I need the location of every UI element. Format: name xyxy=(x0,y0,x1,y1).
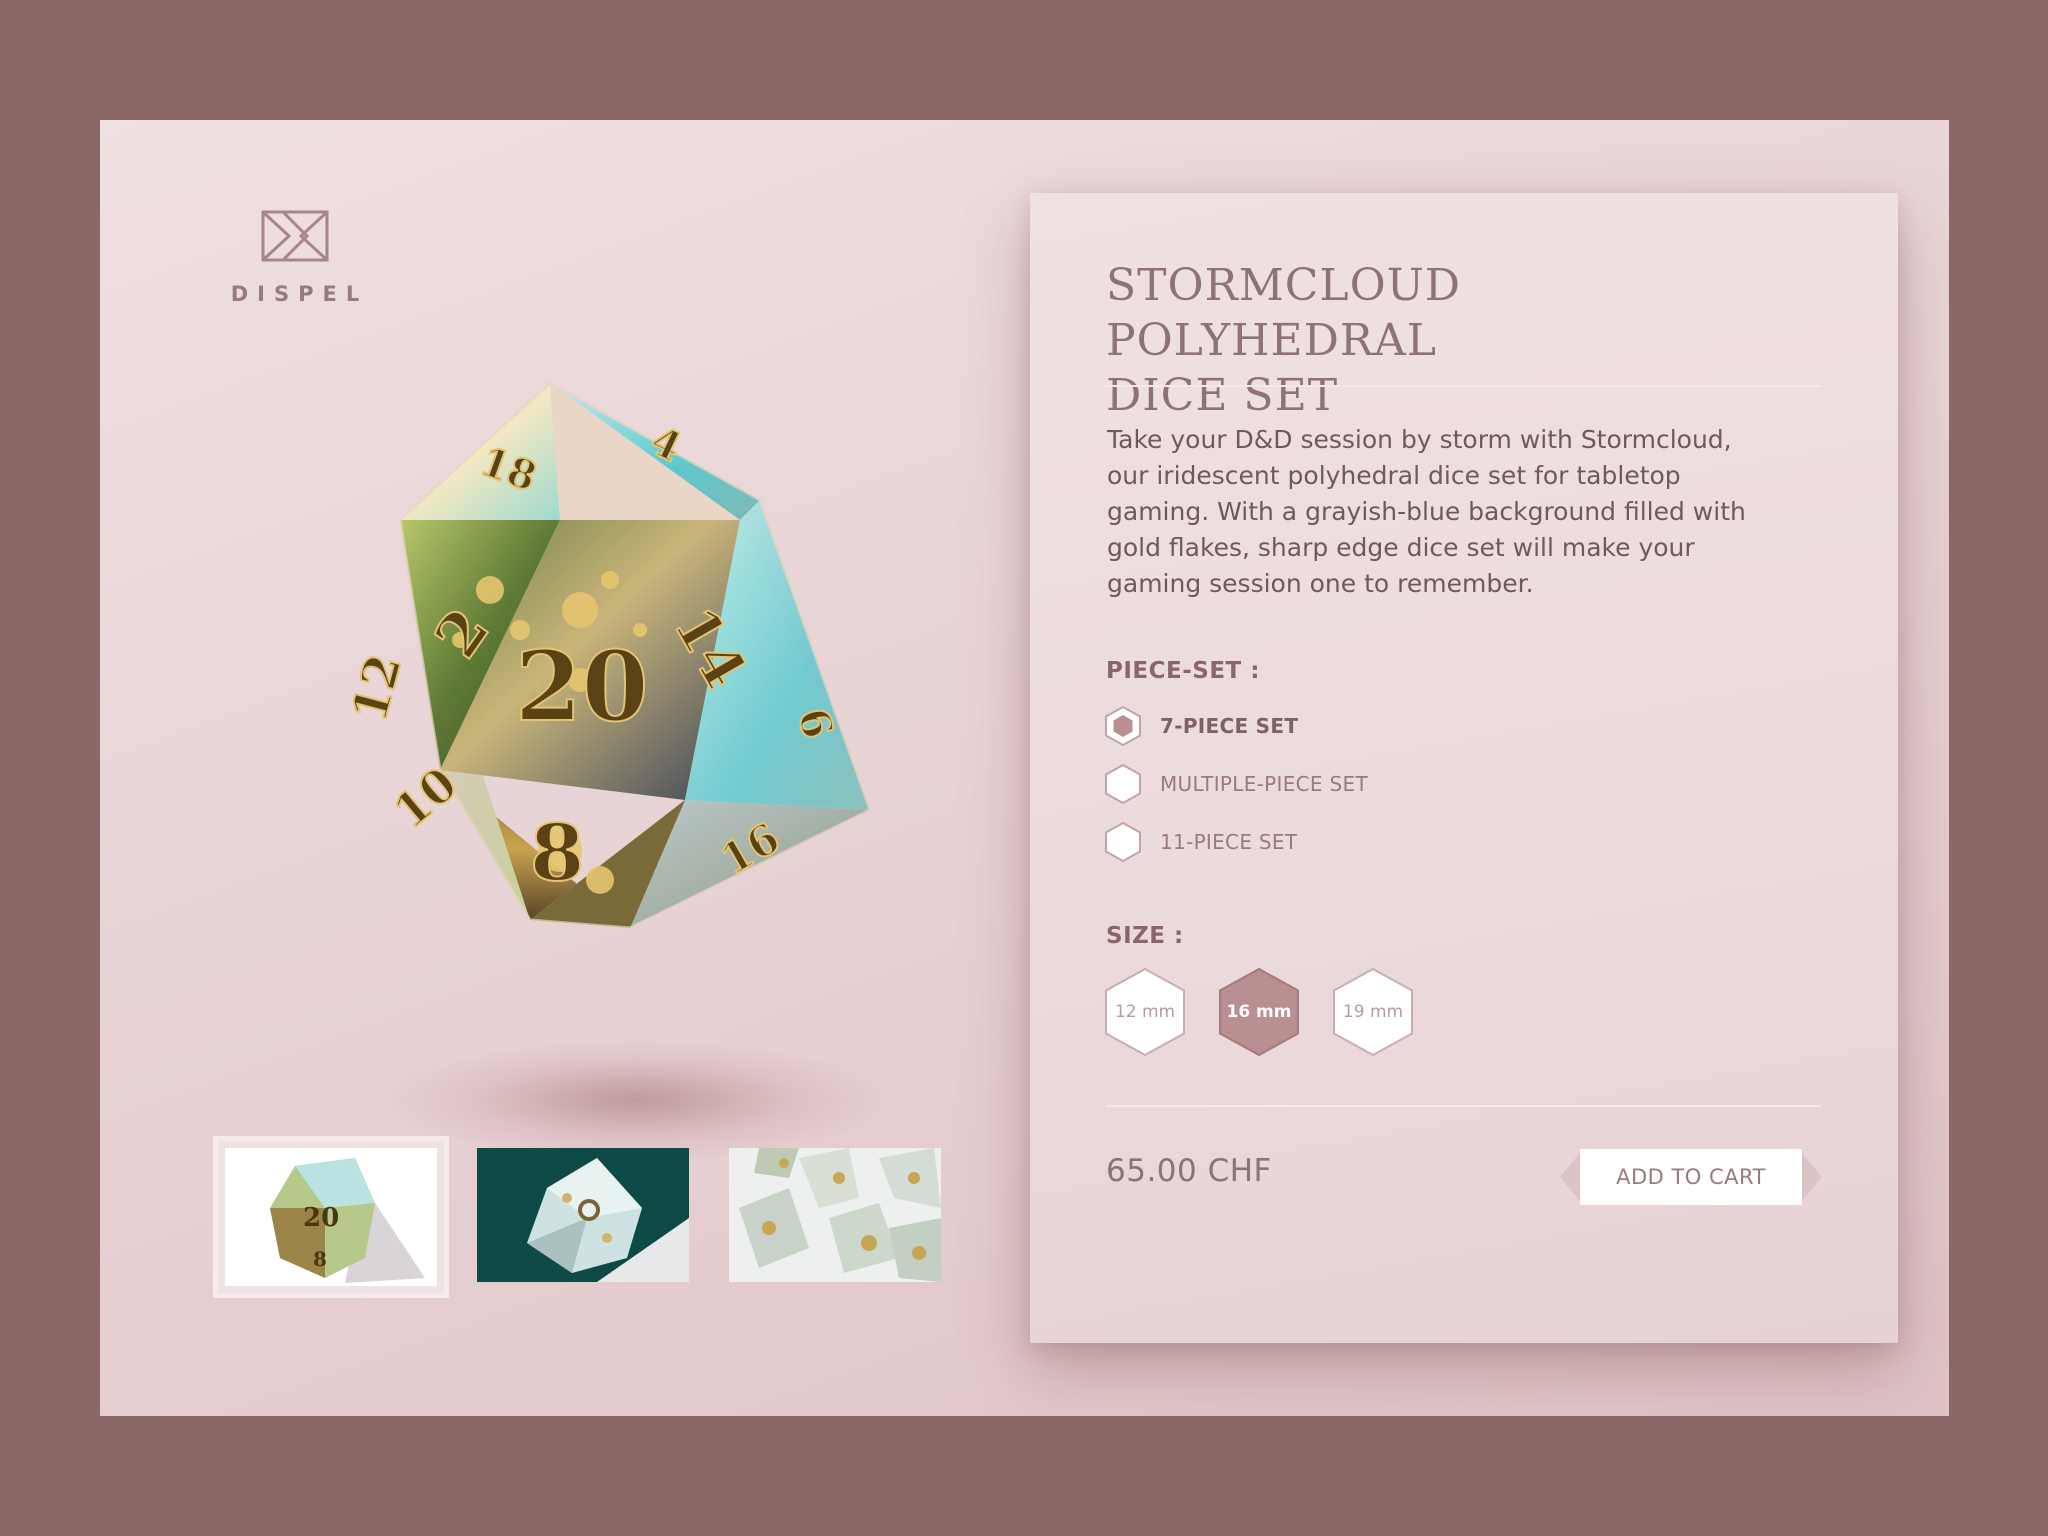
piece-set-option-7[interactable]: 7-PIECE SET xyxy=(1104,704,1298,748)
dispel-logo-icon xyxy=(261,210,329,262)
size-label: SIZE : xyxy=(1106,923,1184,949)
radio-hexagon-selected-icon xyxy=(1105,705,1141,747)
product-title-line-1: STORMCLOUD POLYHEDRAL xyxy=(1106,260,1462,366)
die-face-number: 12 xyxy=(342,649,413,728)
piece-set-option-multiple[interactable]: MULTIPLE-PIECE SET xyxy=(1104,762,1368,806)
d20-die-illustration: 20 8 2 14 18 4 6 10 16 12 xyxy=(341,381,872,930)
size-option-16mm-selected[interactable]: 16 mm xyxy=(1218,967,1300,1057)
brand-logo[interactable]: DISPEL xyxy=(220,210,370,306)
brand-name: DISPEL xyxy=(230,282,369,306)
product-title: STORMCLOUD POLYHEDRAL DICE SET xyxy=(1106,258,1806,423)
svg-text:20: 20 xyxy=(303,1203,339,1233)
piece-set-option-11[interactable]: 11-PIECE SET xyxy=(1104,820,1297,864)
die-face-number: 20 xyxy=(515,630,649,743)
svg-text:8: 8 xyxy=(313,1247,327,1271)
thumbnail-2[interactable] xyxy=(477,1148,689,1282)
size-option-label: 16 mm xyxy=(1226,1002,1292,1022)
size-option-label: 12 mm xyxy=(1114,1002,1176,1022)
piece-set-option-label: MULTIPLE-PIECE SET xyxy=(1160,772,1368,796)
hero-product-image: 20 8 2 14 18 4 6 10 16 12 xyxy=(280,380,920,1210)
add-to-cart-label: ADD TO CART xyxy=(1580,1149,1802,1205)
piece-set-label: PIECE-SET : xyxy=(1106,658,1260,684)
product-description: Take your D&D session by storm with Stor… xyxy=(1107,425,1746,598)
product-details-card: STORMCLOUD POLYHEDRAL DICE SET Take your… xyxy=(1030,193,1898,1343)
product-showcase: DISPEL 20 8 2 14 18 4 6 10 16 12 20 8 ST… xyxy=(100,120,1949,1416)
size-option-label: 19 mm xyxy=(1342,1002,1404,1022)
add-to-cart-button[interactable]: ADD TO CART xyxy=(1560,1147,1822,1207)
piece-set-option-label: 11-PIECE SET xyxy=(1160,830,1298,854)
piece-set-option-label: 7-PIECE SET xyxy=(1160,714,1299,738)
die-face-number: 8 xyxy=(530,808,584,899)
thumbnail-1-selected[interactable]: 20 8 xyxy=(215,1138,447,1296)
size-option-19mm[interactable]: 19 mm xyxy=(1332,967,1414,1057)
radio-hexagon-icon xyxy=(1105,821,1141,863)
product-price: 65.00 CHF xyxy=(1106,1153,1272,1189)
title-divider xyxy=(1106,385,1821,387)
thumbnail-3[interactable] xyxy=(729,1148,941,1282)
size-option-12mm[interactable]: 12 mm xyxy=(1104,967,1186,1057)
product-title-line-2: DICE SET xyxy=(1106,370,1339,421)
radio-hexagon-icon xyxy=(1105,763,1141,805)
price-divider xyxy=(1106,1105,1821,1107)
